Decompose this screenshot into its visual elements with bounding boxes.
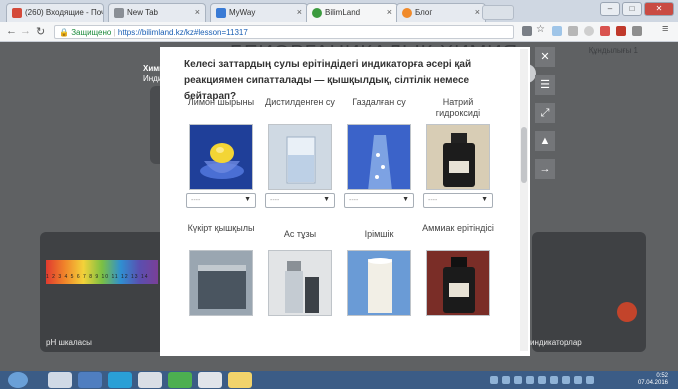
tab-label: MyWay (229, 8, 256, 17)
lemon-juice-image (189, 124, 253, 190)
close-icon[interactable]: × (297, 7, 302, 17)
chevron-down-icon: ▼ (244, 196, 251, 203)
taskbar-app[interactable] (78, 372, 102, 388)
indicators-label: индикаторлар (530, 338, 582, 347)
clock-time: 0:52 (656, 373, 668, 379)
ammonia-solution-image (426, 250, 490, 316)
myway-icon (216, 8, 226, 18)
item-label: Ірімшік (364, 229, 394, 239)
item-label: Натрий гидроксиді (435, 97, 481, 118)
reload-icon[interactable]: ↻ (36, 25, 45, 38)
sodium-hydroxide-image (426, 124, 490, 190)
mail-icon (12, 8, 22, 18)
chevron-down-icon: ▼ (481, 196, 488, 203)
item-label: Газдалған су (352, 97, 406, 107)
tab-label: New Tab (127, 8, 158, 17)
lock-icon: 🔒 (59, 28, 69, 37)
expand-icon[interactable]: ⤢ (535, 103, 555, 123)
ph-scale-label: pH шкаласы (46, 338, 92, 347)
page-icon (114, 8, 124, 18)
tab-label: BilimLand (325, 8, 361, 17)
answer-select-lemon[interactable]: ---- ▼ (186, 193, 256, 208)
modal-toolbar: ✕ ☰ ⤢ ▲ → (535, 47, 557, 179)
chrome-icon[interactable] (198, 372, 222, 388)
scroll-thumb[interactable] (521, 127, 527, 183)
bilimland-icon (312, 8, 322, 18)
chevron-down-icon: ▼ (402, 196, 409, 203)
taskbar: 0:52 07.04.2016 (0, 371, 678, 389)
close-icon[interactable]: × (195, 7, 200, 17)
close-icon[interactable]: ✕ (535, 47, 555, 67)
item-label: Аммиак ерітіндісі (422, 223, 494, 233)
select-value: ---- (428, 197, 438, 204)
top-right-link[interactable]: Құндылығы 1 (589, 46, 638, 55)
taskbar-app[interactable] (168, 372, 192, 388)
back-icon[interactable]: ← (6, 25, 17, 37)
skype-icon[interactable] (108, 372, 132, 388)
warning-icon[interactable]: ▲ (535, 131, 555, 151)
extension-icon[interactable] (552, 26, 562, 36)
sparkling-water-image (347, 124, 411, 190)
window-close-button[interactable]: ✕ (644, 2, 674, 16)
next-icon[interactable]: → (535, 159, 555, 179)
tab-blog[interactable]: Блог × (396, 3, 486, 22)
trash-icon[interactable] (617, 302, 637, 322)
select-value: ---- (270, 197, 280, 204)
curd-image (347, 250, 411, 316)
translate-icon[interactable] (522, 26, 532, 36)
tab-myway[interactable]: MyWay × (210, 3, 308, 22)
ph-scale-card[interactable] (40, 232, 170, 352)
url-text: https://bilimland.kz/kz#lesson=11317 (117, 28, 248, 37)
ph-spectrum (46, 260, 158, 284)
url-input[interactable]: 🔒 Защищено | https://bilimland.kz/kz#les… (54, 25, 514, 39)
browser-tabstrip: (260) Входящие - Почта ✕ New Tab × MyWay… (0, 0, 678, 23)
answer-select-sodium-hydroxide[interactable]: ---- ▼ (423, 193, 493, 208)
item-label: Ас тұзы (283, 229, 317, 239)
star-icon[interactable]: ☆ (536, 24, 545, 35)
tab-label: Блог (415, 8, 433, 17)
start-button[interactable] (8, 372, 28, 388)
extension-icon[interactable] (632, 26, 642, 36)
minimize-button[interactable]: – (600, 2, 620, 16)
tab-bilimland[interactable]: BilimLand × (306, 3, 398, 23)
taskbar-app[interactable] (138, 372, 162, 388)
extension-icon[interactable] (600, 26, 610, 36)
item-label: Күкірт қышқылы (187, 223, 255, 233)
menu-icon[interactable]: ≡ (662, 23, 668, 35)
indicators-card[interactable] (532, 232, 646, 352)
distilled-water-image (268, 124, 332, 190)
extension-icon[interactable] (584, 26, 594, 36)
taskbar-app[interactable] (48, 372, 72, 388)
sulfuric-acid-image (189, 250, 253, 316)
ph-numbers: 1 2 3 4 5 6 7 8 9 10 11 12 13 14 (46, 274, 149, 280)
forward-icon[interactable]: → (20, 25, 31, 37)
secure-label: Защищено (71, 28, 112, 37)
maximize-button[interactable]: □ (622, 2, 642, 16)
clock: 0:52 07.04.2016 (638, 373, 668, 387)
tab-new-tab[interactable]: New Tab × (108, 3, 206, 22)
clock-date: 07.04.2016 (637, 380, 668, 386)
chevron-down-icon: ▼ (323, 196, 330, 203)
new-tab-button[interactable] (482, 5, 514, 20)
extension-icon[interactable] (616, 26, 626, 36)
address-bar: ← → ↻ 🔒 Защищено | https://bilimland.kz/… (0, 22, 678, 42)
select-value: ---- (191, 197, 201, 204)
close-icon[interactable]: × (387, 7, 392, 17)
tab-inbox[interactable]: (260) Входящие - Почта ✕ (6, 3, 104, 22)
explorer-icon[interactable] (228, 372, 252, 388)
item-label: Дистилденген су (265, 97, 335, 107)
answer-select-distilled-water[interactable]: ---- ▼ (265, 193, 335, 208)
blog-icon (402, 8, 412, 18)
table-salt-image (268, 250, 332, 316)
extension-icon[interactable] (568, 26, 578, 36)
exercise-modal: Келесі заттардың сулы ерітіндідегі индик… (160, 47, 530, 356)
select-value: ---- (349, 197, 359, 204)
menu-icon[interactable]: ☰ (535, 75, 555, 95)
modal-scrollbar[interactable] (520, 49, 528, 351)
tab-label: (260) Входящие - Почта ✕ (25, 8, 103, 17)
item-label: Лимон шырыны (187, 97, 255, 107)
close-icon[interactable]: × (475, 7, 480, 17)
system-tray (490, 376, 640, 384)
answer-select-sparkling-water[interactable]: ---- ▼ (344, 193, 414, 208)
